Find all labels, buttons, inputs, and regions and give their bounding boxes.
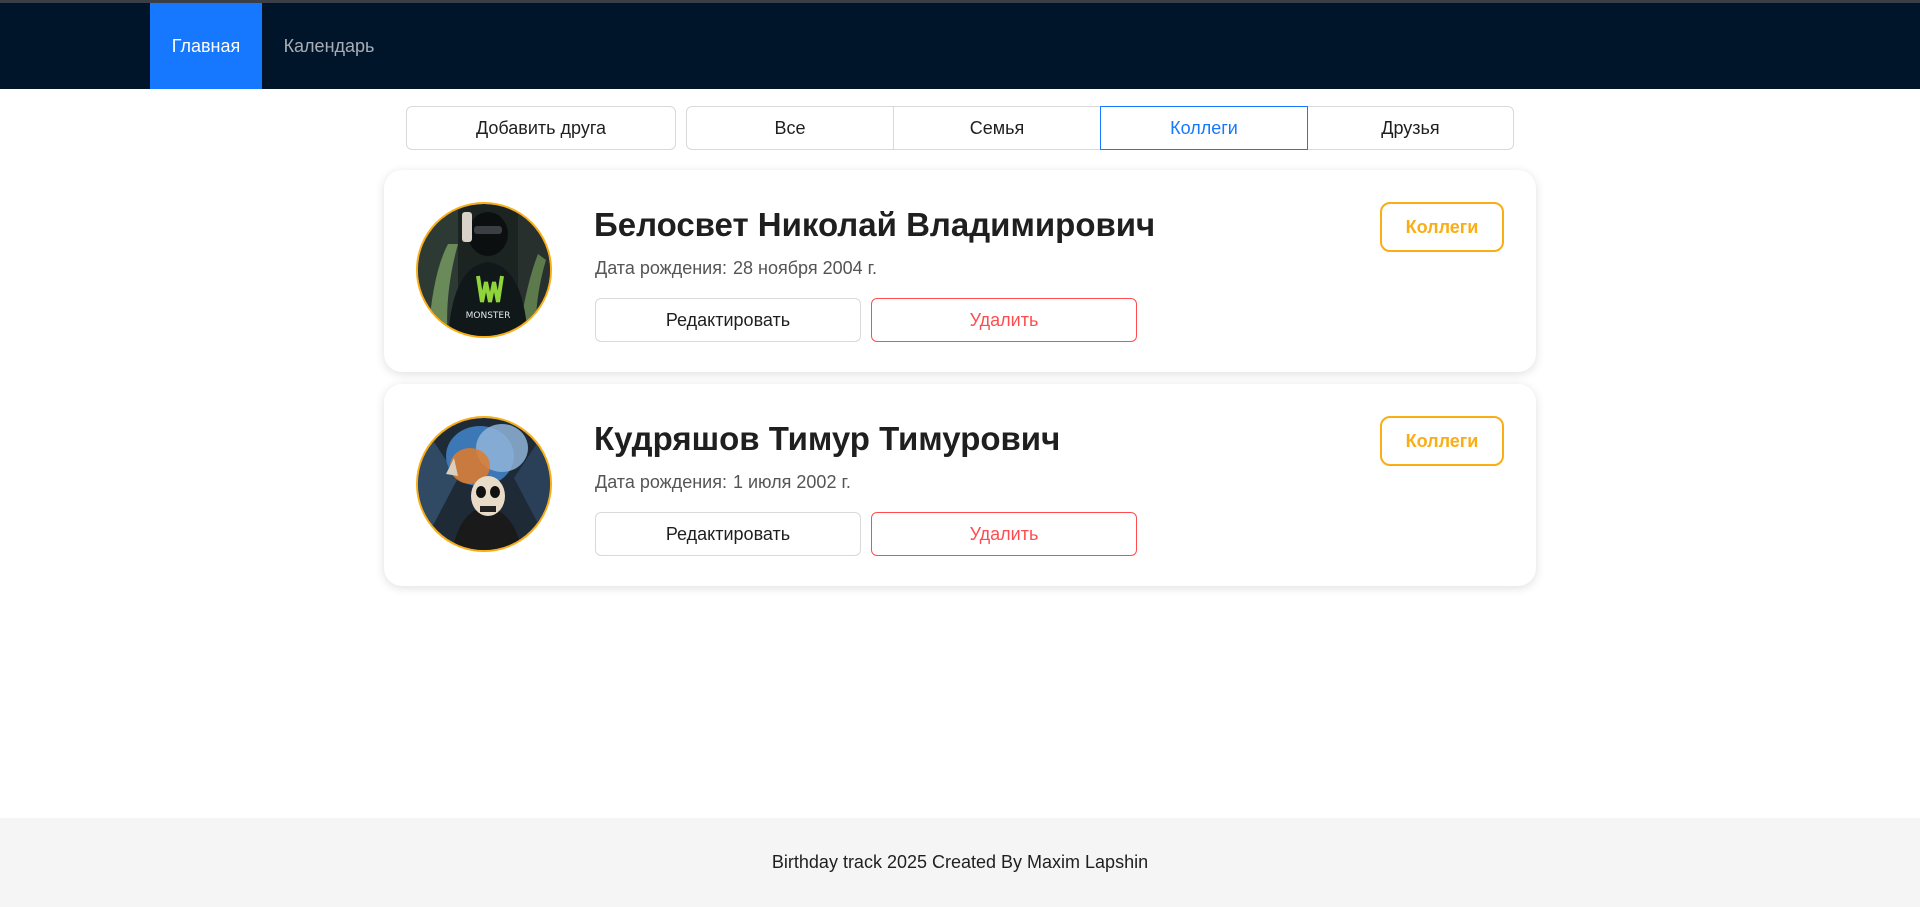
filter-family[interactable]: Семья	[893, 106, 1101, 150]
birth-date: Дата рождения: 1 июля 2002 г.	[595, 472, 851, 493]
filter-friends[interactable]: Друзья	[1307, 106, 1514, 150]
birth-date-value: 1 июля 2002 г.	[732, 472, 851, 492]
contact-name: Кудряшов Тимур Тимурович	[594, 420, 1061, 457]
group-tag: Коллеги	[1380, 202, 1504, 252]
birth-date-label: Дата рождения:	[595, 472, 727, 492]
delete-button[interactable]: Удалить	[871, 512, 1137, 556]
nav-item-calendar[interactable]: Календарь	[262, 3, 396, 89]
contact-card: MONSTER Белосвет Николай Владимирович Да…	[384, 170, 1536, 372]
avatar: MONSTER	[416, 202, 552, 338]
page-footer: Birthday track 2025 Created By Maxim Lap…	[0, 818, 1920, 907]
birth-date: Дата рождения: 28 ноября 2004 г.	[595, 258, 877, 279]
contact-name: Белосвет Николай Владимирович	[594, 206, 1156, 243]
filter-colleagues[interactable]: Коллеги	[1100, 106, 1308, 150]
avatar	[416, 416, 552, 552]
nav-item-home[interactable]: Главная	[150, 3, 262, 89]
filter-all[interactable]: Все	[686, 106, 894, 150]
group-tag: Коллеги	[1380, 416, 1504, 466]
svg-text:MONSTER: MONSTER	[466, 311, 511, 321]
footer-text: Birthday track 2025 Created By Maxim Lap…	[771, 852, 1149, 872]
top-navbar: Главная Календарь	[0, 3, 1920, 89]
delete-button[interactable]: Удалить	[871, 298, 1137, 342]
edit-button[interactable]: Редактировать	[595, 512, 861, 556]
contact-card: Кудряшов Тимур Тимурович Дата рождения: 1…	[384, 384, 1536, 586]
add-friend-button[interactable]: Добавить друга	[406, 106, 676, 150]
birth-date-label: Дата рождения:	[595, 258, 727, 278]
edit-button[interactable]: Редактировать	[595, 298, 861, 342]
filter-toolbar: Добавить друга Все Семья Коллеги Друзья	[0, 106, 1920, 150]
birth-date-value: 28 ноября 2004 г.	[732, 258, 877, 278]
